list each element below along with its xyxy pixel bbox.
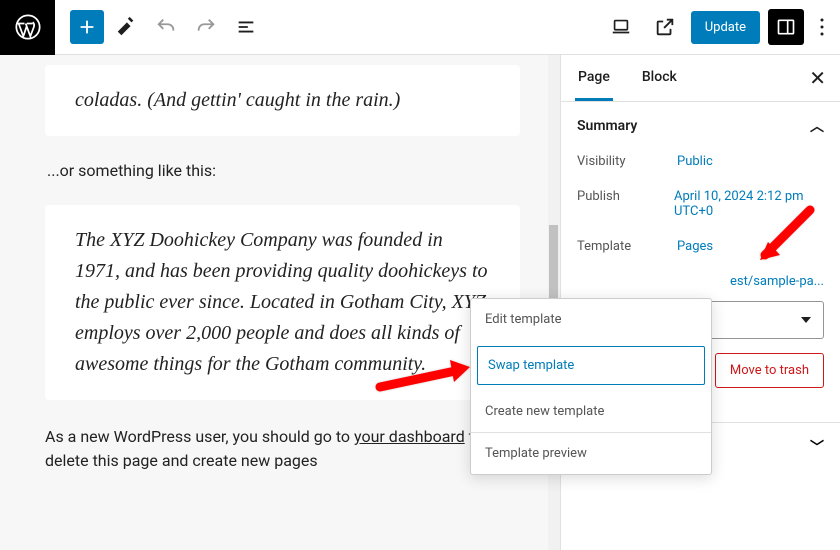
dashboard-link[interactable]: your dashboard [354,427,465,446]
label: Template [577,239,677,254]
laptop-icon[interactable] [603,9,639,45]
redo-button[interactable] [188,9,224,45]
undo-button[interactable] [148,9,184,45]
edit-icon[interactable] [108,9,144,45]
label: Visibility [577,154,677,169]
quote-text: coladas. (And gettin' caught in the rain… [75,85,490,116]
summary-header[interactable]: Summary ︿ [577,116,824,136]
wordpress-logo[interactable] [0,0,55,55]
close-icon[interactable]: ✕ [809,66,826,90]
template-popup: Edit template Swap template Create new t… [470,298,712,475]
more-menu-icon[interactable] [812,18,832,36]
annotation-arrow [370,352,480,406]
swap-template-item[interactable]: Swap template [477,346,705,385]
move-to-trash-button[interactable]: Move to trash [715,353,824,388]
text: As a new WordPress user, you should go t… [45,427,354,446]
template-value[interactable]: Pages [677,239,713,254]
visibility-value[interactable]: Public [677,154,713,169]
topbar: Update [0,0,840,55]
update-button[interactable]: Update [691,11,760,44]
paragraph-block-2[interactable]: As a new WordPress user, you should go t… [45,425,520,473]
tab-page[interactable]: Page [575,56,613,101]
visibility-row: Visibility Public [577,154,824,169]
tab-block[interactable]: Block [639,56,680,101]
settings-sidebar-toggle[interactable] [768,9,804,45]
label: Publish [577,189,674,204]
template-preview-item[interactable]: Template preview [471,433,711,474]
external-link-icon[interactable] [647,9,683,45]
paragraph-block[interactable]: ...or something like this: [47,161,520,180]
create-new-template-item[interactable]: Create new template [471,391,711,432]
quote-block-1[interactable]: coladas. (And gettin' caught in the rain… [45,65,520,136]
document-overview-button[interactable] [228,9,264,45]
chevron-up-icon: ︿ [810,116,824,136]
summary-title: Summary [577,118,637,134]
main: coladas. (And gettin' caught in the rain… [0,55,840,550]
toolbar-left [55,9,264,45]
annotation-arrow [750,200,820,274]
sidebar-tabs: Page Block ✕ [561,55,840,102]
permalink-value[interactable]: est/sample-pa... [577,274,824,289]
toolbar-right: Update [603,9,840,45]
chevron-down-icon: ﹀ [810,437,824,457]
edit-template-item[interactable]: Edit template [471,299,711,340]
add-block-button[interactable] [70,10,104,44]
